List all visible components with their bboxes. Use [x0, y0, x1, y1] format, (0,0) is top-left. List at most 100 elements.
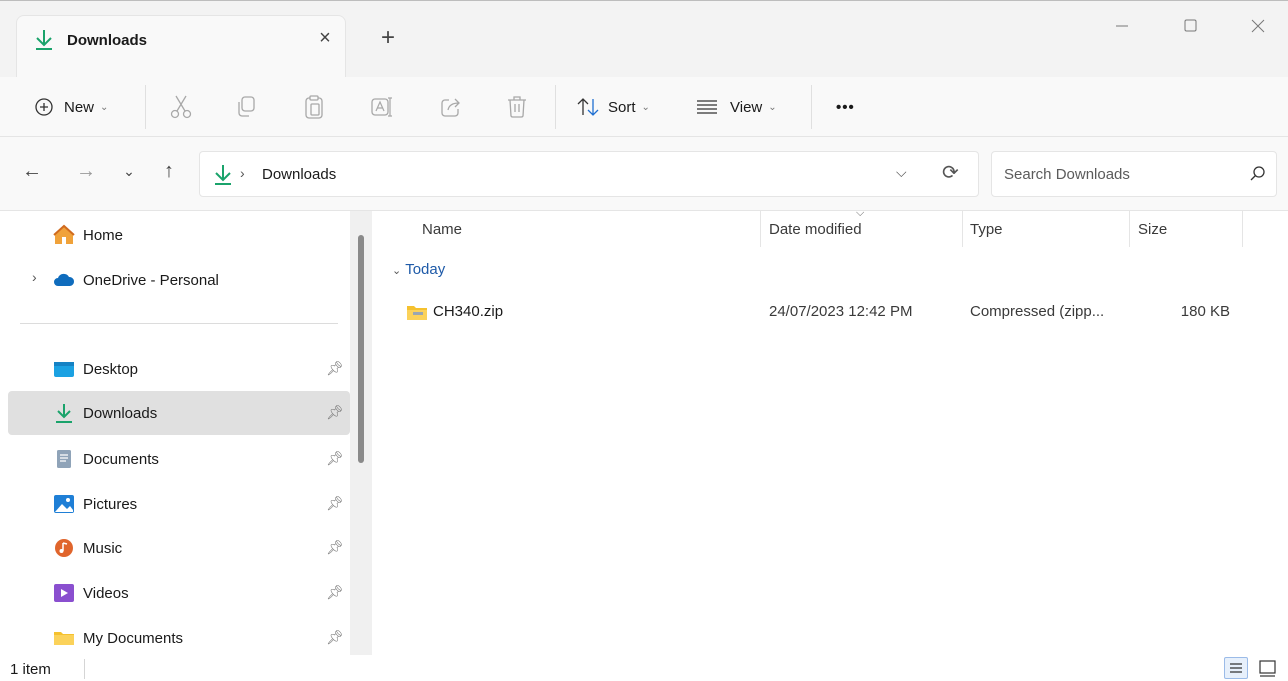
zip-folder-icon: [407, 306, 427, 320]
music-icon: [55, 539, 73, 557]
sidebar-item-documents[interactable]: Documents 📌︎: [8, 437, 350, 481]
maximize-icon: [1184, 19, 1197, 32]
sidebar-item-desktop[interactable]: Desktop 📌︎: [8, 347, 350, 391]
search-box[interactable]: Search Downloads: [991, 151, 1277, 197]
plus-circle-icon: [35, 98, 53, 116]
group-header-today[interactable]: ⌄ Today: [392, 261, 445, 278]
address-dropdown-icon[interactable]: ⌵: [896, 164, 907, 181]
view-list-icon: [697, 100, 717, 114]
pin-icon[interactable]: 📌︎: [326, 584, 344, 601]
recent-locations-chevron-icon[interactable]: ⌄: [117, 159, 141, 183]
details-view-button[interactable]: [1224, 657, 1248, 679]
sidebar-item-label: Downloads: [83, 404, 158, 422]
sidebar-item-label: Music: [83, 539, 123, 557]
command-bar: New ⌄ Sort ⌄ View ⌄ •••: [0, 77, 1288, 137]
pin-icon[interactable]: 📌︎: [326, 360, 344, 377]
tab-label: Downloads: [67, 32, 148, 49]
scissors-icon: [170, 95, 192, 119]
sidebar-item-label: Pictures: [83, 495, 138, 513]
pin-icon[interactable]: 📌︎: [326, 495, 344, 512]
column-header-size[interactable]: Size: [1138, 221, 1167, 238]
pin-icon[interactable]: 📌︎: [326, 539, 344, 556]
sort-icon: [577, 98, 599, 116]
view-button[interactable]: View ⌄: [696, 89, 777, 125]
refresh-icon[interactable]: ⟳: [942, 160, 959, 185]
column-header-type[interactable]: Type: [970, 221, 1003, 238]
paste-button[interactable]: [303, 89, 325, 125]
column-header-date-modified[interactable]: Date modified: [769, 221, 862, 238]
expand-chevron-icon[interactable]: ›: [32, 269, 37, 285]
close-button[interactable]: [1238, 11, 1278, 41]
sidebar-item-pictures[interactable]: Pictures 📌︎: [8, 482, 350, 526]
video-icon: [54, 584, 74, 602]
desktop-icon: [54, 362, 74, 377]
delete-button[interactable]: [506, 89, 528, 125]
new-button[interactable]: New ⌄: [34, 89, 108, 125]
sidebar-item-downloads[interactable]: Downloads 📌︎: [8, 391, 350, 435]
column-divider[interactable]: [962, 211, 963, 247]
column-divider[interactable]: [1242, 211, 1243, 247]
new-label: New: [64, 98, 95, 116]
new-tab-button[interactable]: +: [376, 26, 400, 51]
minimize-button[interactable]: [1102, 11, 1142, 41]
cut-button[interactable]: [170, 89, 192, 125]
status-bar: 1 item: [0, 655, 1288, 681]
toolbar-divider: [811, 85, 812, 129]
maximize-button[interactable]: [1170, 11, 1210, 41]
rename-button[interactable]: [370, 89, 394, 125]
column-header-name[interactable]: Name: [422, 221, 462, 238]
forward-arrow-icon[interactable]: →: [74, 159, 98, 183]
file-type: Compressed (zipp...: [970, 303, 1105, 320]
sidebar-item-music[interactable]: Music 📌︎: [8, 526, 350, 570]
breadcrumb-downloads[interactable]: Downloads: [262, 166, 336, 183]
minimize-icon: [1116, 25, 1128, 27]
status-divider: [84, 659, 85, 679]
close-icon: [1251, 19, 1265, 33]
sidebar-item-home[interactable]: Home: [8, 213, 350, 257]
pin-icon[interactable]: 📌︎: [326, 629, 344, 646]
title-bar: Downloads × +: [0, 1, 1288, 77]
sidebar-item-label: Videos: [83, 584, 129, 602]
tiles-view-icon: [1259, 660, 1276, 677]
onedrive-cloud-icon: [54, 273, 75, 286]
folder-icon: [54, 632, 74, 645]
share-button[interactable]: [440, 89, 462, 125]
search-icon: [1250, 166, 1265, 181]
pin-icon[interactable]: 📌︎: [326, 404, 344, 421]
column-divider[interactable]: [1129, 211, 1130, 247]
up-arrow-icon[interactable]: ↑: [157, 159, 181, 183]
trash-icon: [508, 96, 526, 118]
back-arrow-icon[interactable]: ←: [20, 159, 44, 183]
file-date-modified: 24/07/2023 12:42 PM: [769, 303, 913, 320]
sidebar-item-onedrive[interactable]: › OneDrive - Personal: [8, 258, 350, 302]
copy-button[interactable]: [236, 89, 258, 125]
address-bar[interactable]: › Downloads ⌵ ⟳: [199, 151, 979, 197]
sort-button[interactable]: Sort ⌄: [576, 89, 650, 125]
pin-icon[interactable]: 📌︎: [326, 450, 344, 467]
sidebar-item-label: Desktop: [83, 360, 139, 378]
chevron-down-icon: ⌄: [641, 101, 650, 113]
tab-close-icon[interactable]: ×: [315, 28, 335, 48]
pictures-icon: [54, 495, 74, 513]
navigation-bar: ← → ⌄ ↑ › Downloads ⌵ ⟳ Search Downloads: [0, 137, 1288, 211]
file-row[interactable]: CH340.zip 24/07/2023 12:42 PM Compressed…: [392, 297, 1252, 329]
sort-label: Sort: [608, 98, 636, 116]
details-view-icon: [1230, 663, 1242, 673]
sidebar-scrollbar-thumb[interactable]: [358, 235, 364, 463]
sidebar-item-videos[interactable]: Videos 📌︎: [8, 571, 350, 615]
tab-downloads[interactable]: Downloads ×: [16, 15, 346, 77]
chevron-down-icon: ⌄: [768, 101, 777, 113]
toolbar-divider: [555, 85, 556, 129]
search-input[interactable]: Search Downloads: [1004, 166, 1130, 183]
sidebar-item-label: OneDrive - Personal: [83, 271, 219, 289]
tiles-view-button[interactable]: [1256, 657, 1280, 679]
sidebar-item-my-documents[interactable]: My Documents 📌︎: [8, 616, 350, 660]
view-label: View: [730, 98, 763, 116]
column-divider[interactable]: [760, 211, 761, 247]
sidebar-divider: [20, 323, 338, 324]
more-options-button[interactable]: •••: [836, 89, 855, 125]
rename-icon: [371, 97, 392, 117]
sidebar-item-label: Home: [83, 226, 124, 244]
copy-icon: [238, 96, 255, 117]
sort-descending-icon: ⌵: [856, 207, 865, 219]
